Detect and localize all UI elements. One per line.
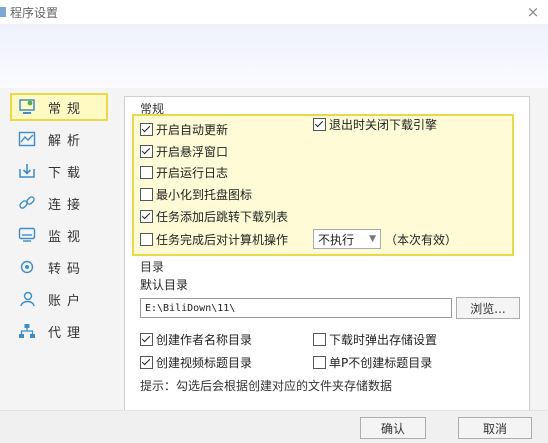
sidebar-item-transcode[interactable]: 转码 — [12, 255, 106, 279]
sidebar-item-label: 代理 — [48, 325, 87, 341]
sidebar-item-general[interactable]: 常规 — [10, 93, 108, 121]
checkbox-box — [140, 333, 153, 346]
sidebar-item-proxy[interactable]: 代理 — [12, 319, 106, 343]
general-settings-icon — [16, 98, 38, 116]
header-banner — [0, 24, 548, 88]
app-icon — [0, 7, 6, 17]
checkbox-label: 任务完成后对计算机操作 — [156, 233, 289, 247]
checkbox-label: 创建作者名称目录 — [156, 333, 253, 347]
close-engine-checkbox[interactable]: 退出时关闭下载引擎 — [313, 116, 437, 133]
cancel-button[interactable]: 取消 — [458, 417, 532, 439]
checkbox-label: 任务添加后跳转下载列表 — [156, 210, 289, 224]
directory-section-title: 目录 — [140, 260, 165, 274]
author-dir-checkbox[interactable]: 创建作者名称目录 — [140, 331, 252, 348]
sidebar-item-label: 下载 — [48, 165, 87, 181]
sidebar-item-account[interactable]: 账户 — [12, 287, 106, 311]
checkbox-box — [140, 356, 153, 369]
sidebar-item-parse[interactable]: 解析 — [12, 127, 106, 151]
confirm-button[interactable]: 确认 — [360, 417, 426, 439]
checkbox-label: 开启自动更新 — [156, 123, 229, 137]
after-done-action-select[interactable]: 不执行 ▼ — [313, 229, 381, 249]
checkbox-label: 下载时弹出存储设置 — [329, 333, 438, 347]
download-path-input[interactable] — [140, 298, 452, 318]
checkbox-box — [140, 233, 153, 246]
sidebar-item-label: 账户 — [48, 293, 87, 309]
title-dir-checkbox[interactable]: 创建视频标题目录 — [140, 354, 252, 371]
checkbox-label: 单P不创建标题目录 — [329, 356, 433, 370]
download-icon — [16, 162, 38, 180]
window-title: 程序设置 — [10, 6, 59, 20]
sidebar-item-link[interactable]: 连接 — [12, 191, 106, 215]
jump-list-checkbox[interactable]: 任务添加后跳转下载列表 — [140, 208, 288, 225]
minimize-tray-checkbox[interactable]: 最小化到托盘图标 — [140, 186, 252, 203]
checkbox-box — [313, 118, 326, 131]
checkbox-label: 开启悬浮窗口 — [156, 145, 229, 159]
popup-dir-checkbox[interactable]: 下载时弹出存储设置 — [313, 331, 437, 348]
checkbox-box — [313, 333, 326, 346]
account-icon — [16, 290, 38, 308]
run-log-checkbox[interactable]: 开启运行日志 — [140, 164, 228, 181]
sidebar-item-monitor[interactable]: 监视 — [12, 223, 106, 247]
monitor-icon — [16, 226, 38, 244]
sidebar-item-label: 常规 — [48, 101, 87, 117]
sidebar-item-label: 监视 — [48, 229, 87, 245]
checkbox-box — [140, 210, 153, 223]
title-bar: 程序设置 × — [0, 0, 548, 24]
select-value: 不执行 — [318, 232, 355, 247]
checkbox-box — [140, 166, 153, 179]
chevron-down-icon: ▼ — [369, 234, 376, 244]
after-done-checkbox[interactable]: 任务完成后对计算机操作 — [140, 231, 288, 248]
auto-update-checkbox[interactable]: 开启自动更新 — [140, 121, 228, 138]
checkbox-label: 开启运行日志 — [156, 166, 229, 180]
checkbox-label: 退出时关闭下载引擎 — [329, 118, 438, 132]
float-window-checkbox[interactable]: 开启悬浮窗口 — [140, 143, 228, 160]
sidebar-item-label: 解析 — [48, 133, 87, 149]
select-note: （本次有效） — [385, 233, 458, 247]
close-button[interactable]: × — [522, 1, 544, 23]
sidebar-item-label: 连接 — [48, 197, 87, 213]
sidebar-item-download[interactable]: 下载 — [12, 159, 106, 183]
browse-button[interactable]: 浏览... — [456, 297, 520, 319]
checkbox-label: 最小化到托盘图标 — [156, 188, 253, 202]
single-p-checkbox[interactable]: 单P不创建标题目录 — [313, 354, 432, 371]
checkbox-box — [140, 145, 153, 158]
sidebar-item-label: 转码 — [48, 261, 87, 277]
parse-icon — [16, 130, 38, 148]
checkbox-box — [313, 356, 326, 369]
checkbox-label: 创建视频标题目录 — [156, 356, 253, 370]
directory-hint: 提示：勾选后会根据创建对应的文件夹存储数据 — [140, 379, 393, 393]
default-dir-label: 默认目录 — [140, 278, 189, 292]
checkbox-box — [140, 123, 153, 136]
checkbox-box — [140, 188, 153, 201]
proxy-icon — [16, 322, 38, 340]
transcode-icon — [16, 258, 38, 276]
link-icon — [16, 194, 38, 212]
